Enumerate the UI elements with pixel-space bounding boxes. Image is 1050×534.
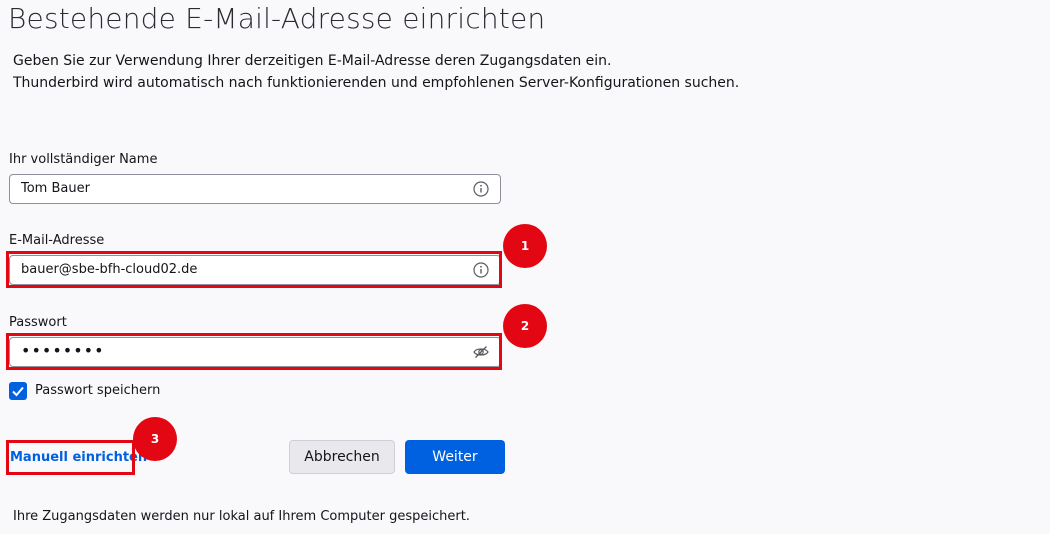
password-label: Passwort — [9, 315, 67, 330]
name-field[interactable]: Tom Bauer — [9, 174, 501, 204]
remember-password-label[interactable]: Passwort speichern — [35, 383, 160, 398]
annotation-frame-1 — [6, 251, 502, 288]
annotation-frame-2 — [6, 333, 502, 370]
annotation-badge-1: 1 — [503, 224, 547, 268]
info-icon[interactable] — [473, 181, 489, 197]
description-line-1: Geben Sie zur Verwendung Ihrer derzeitig… — [13, 53, 612, 69]
description-line-2: Thunderbird wird automatisch nach funkti… — [13, 75, 740, 91]
remember-password-checkbox[interactable] — [9, 382, 27, 400]
name-label: Ihr vollständiger Name — [9, 152, 158, 167]
next-button[interactable]: Weiter — [405, 440, 505, 474]
annotation-frame-3 — [6, 440, 135, 475]
page-title: Bestehende E-Mail-Adresse einrichten — [8, 2, 546, 35]
annotation-badge-3: 3 — [133, 417, 177, 461]
email-label: E-Mail-Adresse — [9, 233, 105, 248]
annotation-badge-2: 2 — [503, 304, 547, 348]
name-value: Tom Bauer — [21, 181, 90, 196]
cancel-button[interactable]: Abbrechen — [289, 440, 395, 474]
privacy-note: Ihre Zugangsdaten werden nur lokal auf I… — [13, 509, 470, 524]
checkmark-icon — [12, 386, 24, 397]
